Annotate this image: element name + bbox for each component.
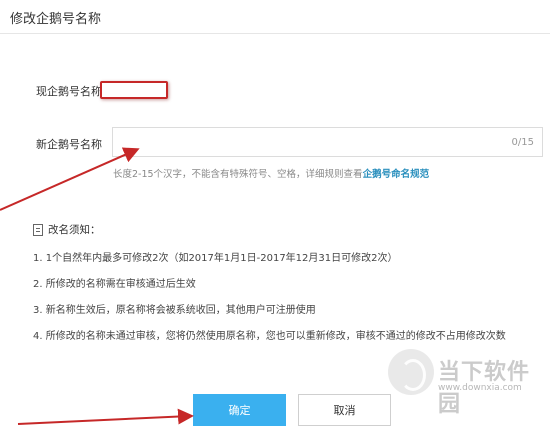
arrow-to-confirm — [17, 408, 194, 425]
arrow-to-input — [0, 147, 140, 211]
annotation-arrows — [0, 147, 194, 425]
